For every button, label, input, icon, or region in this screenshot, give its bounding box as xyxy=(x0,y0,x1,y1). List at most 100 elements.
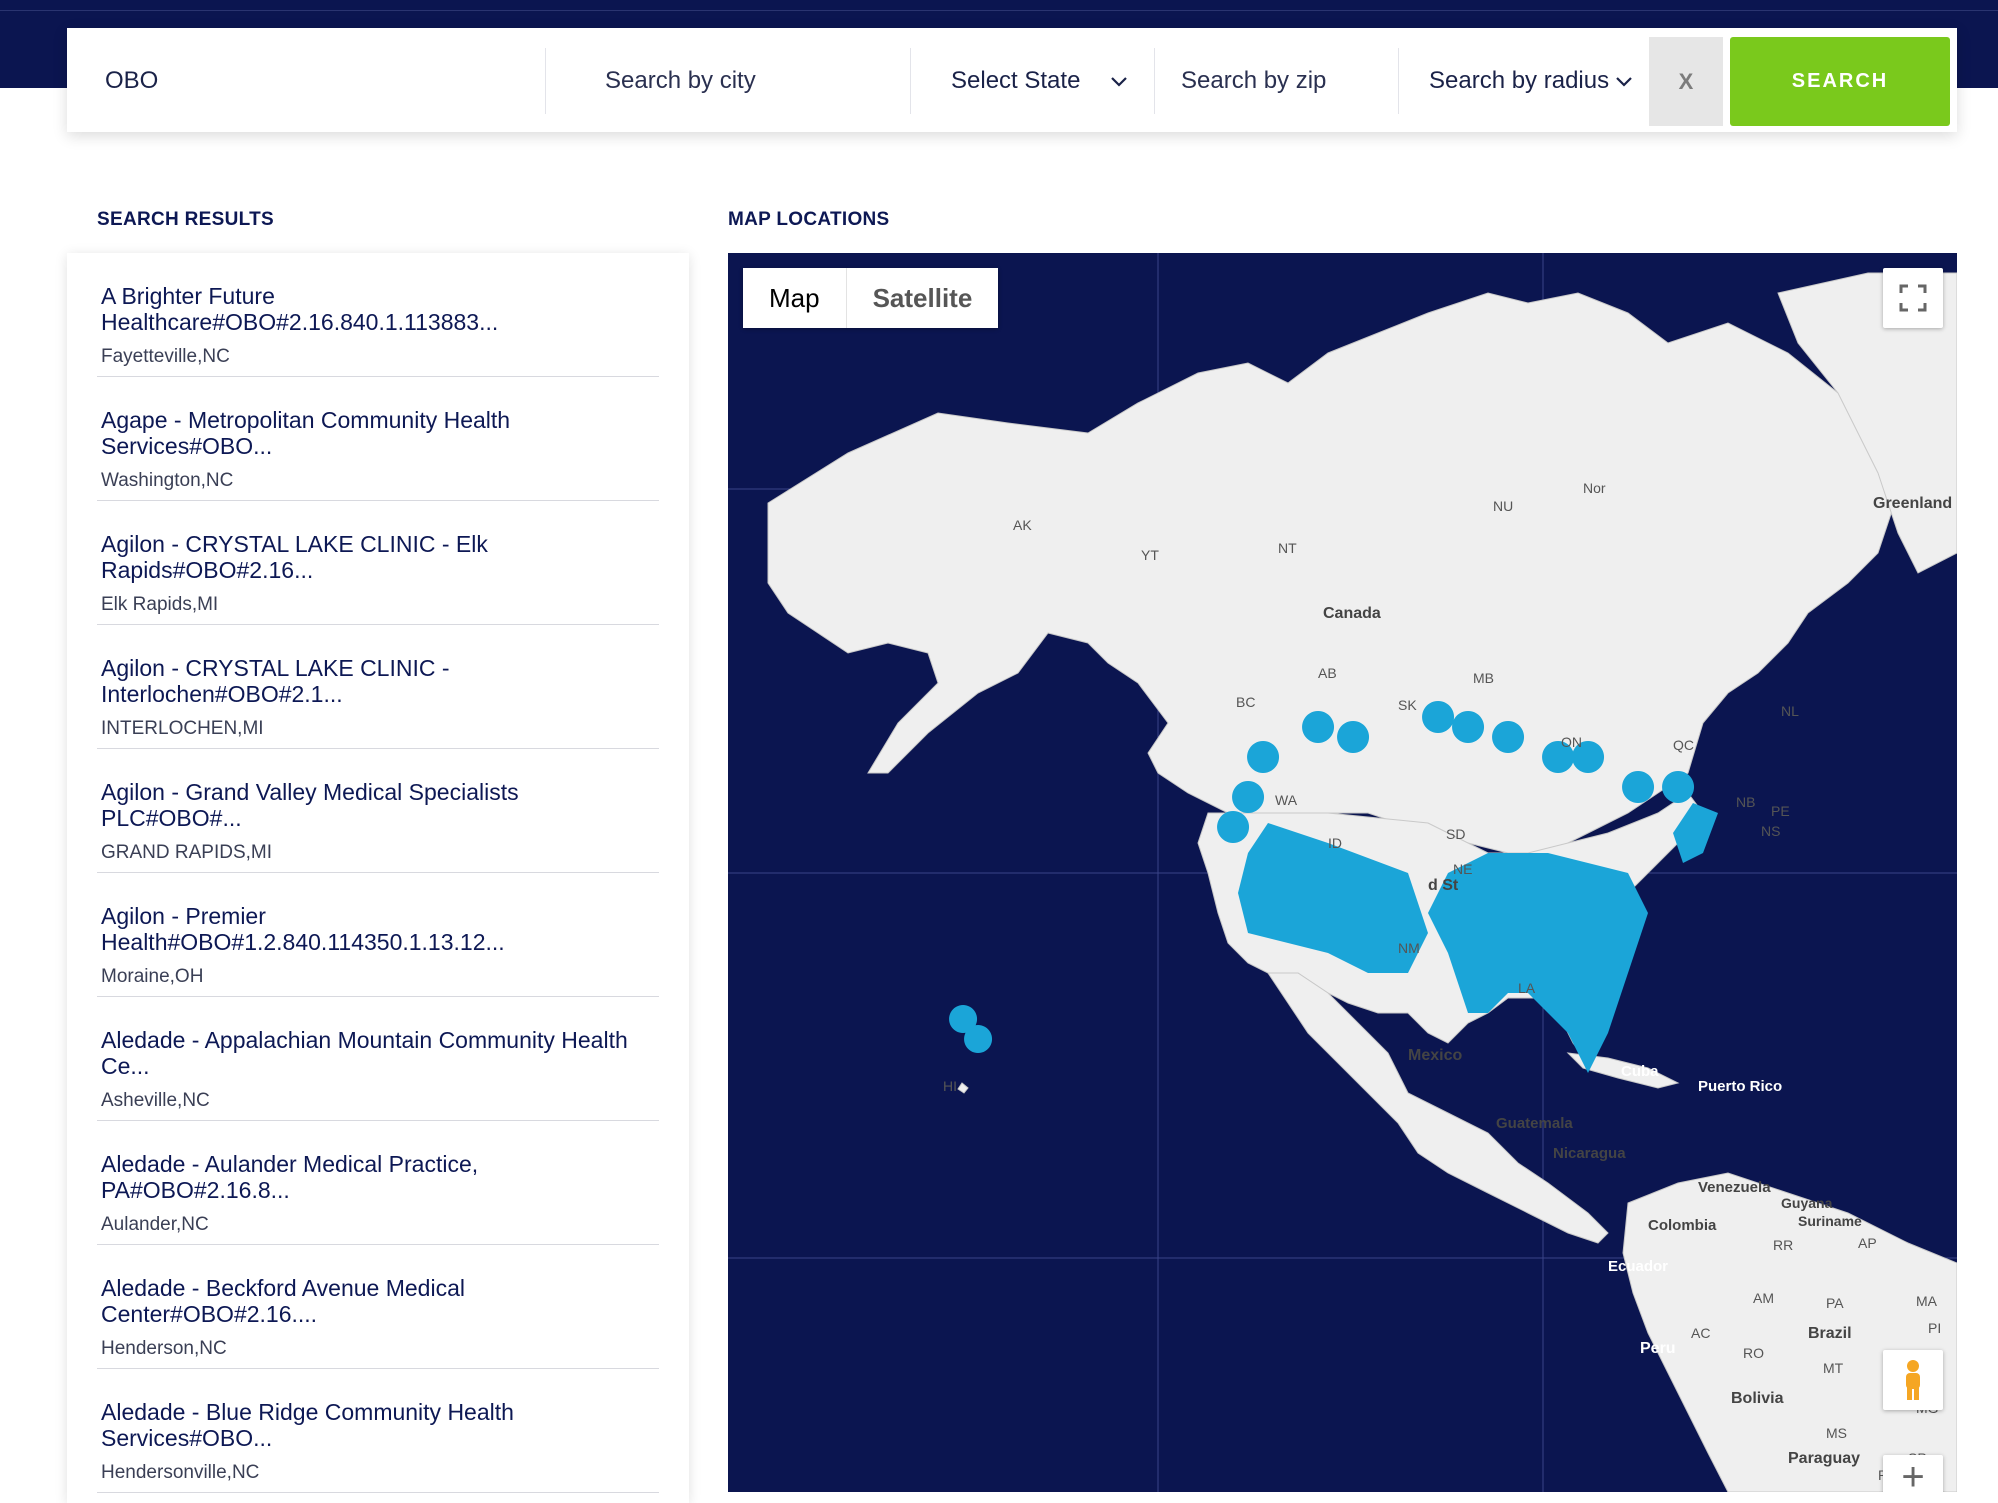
result-location: Moraine,OH xyxy=(101,966,204,987)
label-ak: AK xyxy=(1013,517,1032,533)
result-location: Aulander,NC xyxy=(101,1214,209,1235)
zip-search-cell xyxy=(1155,48,1399,114)
label-venezuela: Venezuela xyxy=(1698,1179,1771,1196)
result-item[interactable]: Aledade - Blue Ridge Community Health Se… xyxy=(97,1369,659,1493)
pegman-icon xyxy=(1906,1360,1920,1400)
map-tab-satellite[interactable]: Satellite xyxy=(845,268,999,328)
label-ab: AB xyxy=(1318,665,1337,681)
result-name[interactable]: Agilon - CRYSTAL LAKE CLINIC - Elk Rapid… xyxy=(101,531,661,583)
label-id: ID xyxy=(1328,835,1342,851)
result-name[interactable]: Agilon - Premier Health#OBO#1.2.840.1143… xyxy=(101,903,661,955)
result-location: Henderson,NC xyxy=(101,1338,227,1359)
label-bc: BC xyxy=(1236,694,1255,710)
result-location: INTERLOCHEN,MI xyxy=(101,718,264,739)
map-locations-title: MAP LOCATIONS xyxy=(728,209,890,230)
map[interactable]: Greenland Canada Mexico Cuba Puerto Rico… xyxy=(728,253,1957,1492)
label-ms: MS xyxy=(1826,1425,1847,1441)
label-mexico: Mexico xyxy=(1408,1047,1462,1064)
zip-search-input[interactable] xyxy=(1181,67,1398,95)
label-nu: NU xyxy=(1493,498,1513,514)
label-mt: MT xyxy=(1823,1360,1844,1376)
map-canvas[interactable]: Greenland Canada Mexico Cuba Puerto Rico… xyxy=(728,253,1957,1492)
results-list: A Brighter Future Healthcare#OBO#2.16.84… xyxy=(67,253,689,1503)
result-name[interactable]: Agilon - CRYSTAL LAKE CLINIC - Interloch… xyxy=(101,655,661,707)
label-ma: MA xyxy=(1916,1293,1938,1309)
search-bar: Select State Search by radius X SEARCH xyxy=(67,28,1957,132)
label-sk: SK xyxy=(1398,697,1417,713)
label-nt: NT xyxy=(1278,540,1297,556)
result-item[interactable]: Agilon - CRYSTAL LAKE CLINIC - Interloch… xyxy=(97,625,659,749)
result-item[interactable]: Agape - Metropolitan Community Health Se… xyxy=(97,377,659,501)
search-button[interactable]: SEARCH xyxy=(1730,37,1950,126)
label-paraguay: Paraguay xyxy=(1788,1450,1860,1467)
zoom-in-button[interactable]: + xyxy=(1883,1455,1943,1492)
header-rule xyxy=(0,10,1998,11)
label-guyana: Guyana xyxy=(1781,1195,1833,1211)
label-yt: YT xyxy=(1141,547,1159,563)
label-pa: PA xyxy=(1826,1295,1844,1311)
label-nl: NL xyxy=(1781,703,1799,719)
map-type-control: Map Satellite xyxy=(743,268,999,328)
label-la: LA xyxy=(1518,980,1536,996)
result-location: Asheville,NC xyxy=(101,1090,210,1111)
result-location: Washington,NC xyxy=(101,470,234,491)
result-name[interactable]: Agilon - Grand Valley Medical Specialist… xyxy=(101,779,661,831)
result-item[interactable]: Agilon - Grand Valley Medical Specialist… xyxy=(97,749,659,873)
label-ac: AC xyxy=(1691,1325,1710,1341)
label-am: AM xyxy=(1753,1290,1774,1306)
result-location: Hendersonville,NC xyxy=(101,1462,260,1483)
label-ap: AP xyxy=(1858,1235,1877,1251)
label-qc: QC xyxy=(1673,737,1694,753)
clear-button[interactable]: X xyxy=(1649,37,1723,126)
label-nor: Nor xyxy=(1583,480,1606,496)
label-cuba: Cuba xyxy=(1621,1063,1659,1080)
state-select-label: Select State xyxy=(951,67,1081,94)
radius-select[interactable]: Search by radius xyxy=(1399,48,1643,114)
label-ns: NS xyxy=(1761,823,1780,839)
search-results-title: SEARCH RESULTS xyxy=(97,209,274,230)
result-item[interactable]: Aledade - Beckford Avenue Medical Center… xyxy=(97,1245,659,1369)
label-brazil: Brazil xyxy=(1808,1325,1852,1342)
result-item[interactable]: Agilon - Premier Health#OBO#1.2.840.1143… xyxy=(97,873,659,997)
result-name[interactable]: Aledade - Blue Ridge Community Health Se… xyxy=(101,1399,661,1451)
label-canada: Canada xyxy=(1323,605,1381,622)
result-item[interactable]: Aledade - Appalachian Mountain Community… xyxy=(97,997,659,1121)
label-nb: NB xyxy=(1736,794,1755,810)
result-location: Fayetteville,NC xyxy=(101,346,230,367)
fullscreen-icon xyxy=(1899,284,1927,312)
result-name[interactable]: Aledade - Appalachian Mountain Community… xyxy=(101,1027,661,1079)
label-nm: NM xyxy=(1398,940,1420,956)
result-name[interactable]: Aledade - Aulander Medical Practice, PA#… xyxy=(101,1151,661,1203)
city-search-input[interactable] xyxy=(605,67,910,95)
label-ecuador: Ecuador xyxy=(1608,1258,1668,1275)
result-name[interactable]: Aledade - Beckford Avenue Medical Center… xyxy=(101,1275,661,1327)
result-name[interactable]: A Brighter Future Healthcare#OBO#2.16.84… xyxy=(101,283,661,335)
label-greenland: Greenland xyxy=(1873,495,1952,512)
label-pe: PE xyxy=(1771,803,1790,819)
label-wa: WA xyxy=(1275,792,1298,808)
label-nicaragua: Nicaragua xyxy=(1553,1145,1626,1162)
label-suriname: Suriname xyxy=(1798,1213,1862,1229)
label-ro: RO xyxy=(1743,1345,1764,1361)
result-item[interactable]: A Brighter Future Healthcare#OBO#2.16.84… xyxy=(97,253,659,377)
label-mb: MB xyxy=(1473,670,1494,686)
result-name[interactable]: Agape - Metropolitan Community Health Se… xyxy=(101,407,661,459)
result-location: GRAND RAPIDS,MI xyxy=(101,842,273,863)
fullscreen-button[interactable] xyxy=(1883,268,1943,328)
result-item[interactable]: Aledade - Aulander Medical Practice, PA#… xyxy=(97,1121,659,1245)
result-item[interactable]: Agilon - CRYSTAL LAKE CLINIC - Elk Rapid… xyxy=(97,501,659,625)
map-tab-map[interactable]: Map xyxy=(743,268,846,328)
state-select[interactable]: Select State xyxy=(911,48,1155,114)
chevron-down-icon xyxy=(1111,77,1127,87)
label-colombia: Colombia xyxy=(1648,1217,1717,1234)
label-guatemala: Guatemala xyxy=(1496,1115,1573,1132)
result-location: Elk Rapids,MI xyxy=(101,594,219,615)
name-search-input[interactable] xyxy=(105,67,545,95)
label-rr: RR xyxy=(1773,1237,1793,1253)
street-view-button[interactable] xyxy=(1883,1350,1943,1410)
label-united-states: d St xyxy=(1428,877,1459,894)
label-puerto-rico: Puerto Rico xyxy=(1698,1078,1782,1095)
label-bolivia: Bolivia xyxy=(1731,1390,1784,1407)
label-sd: SD xyxy=(1446,826,1465,842)
city-search-cell xyxy=(575,48,911,114)
